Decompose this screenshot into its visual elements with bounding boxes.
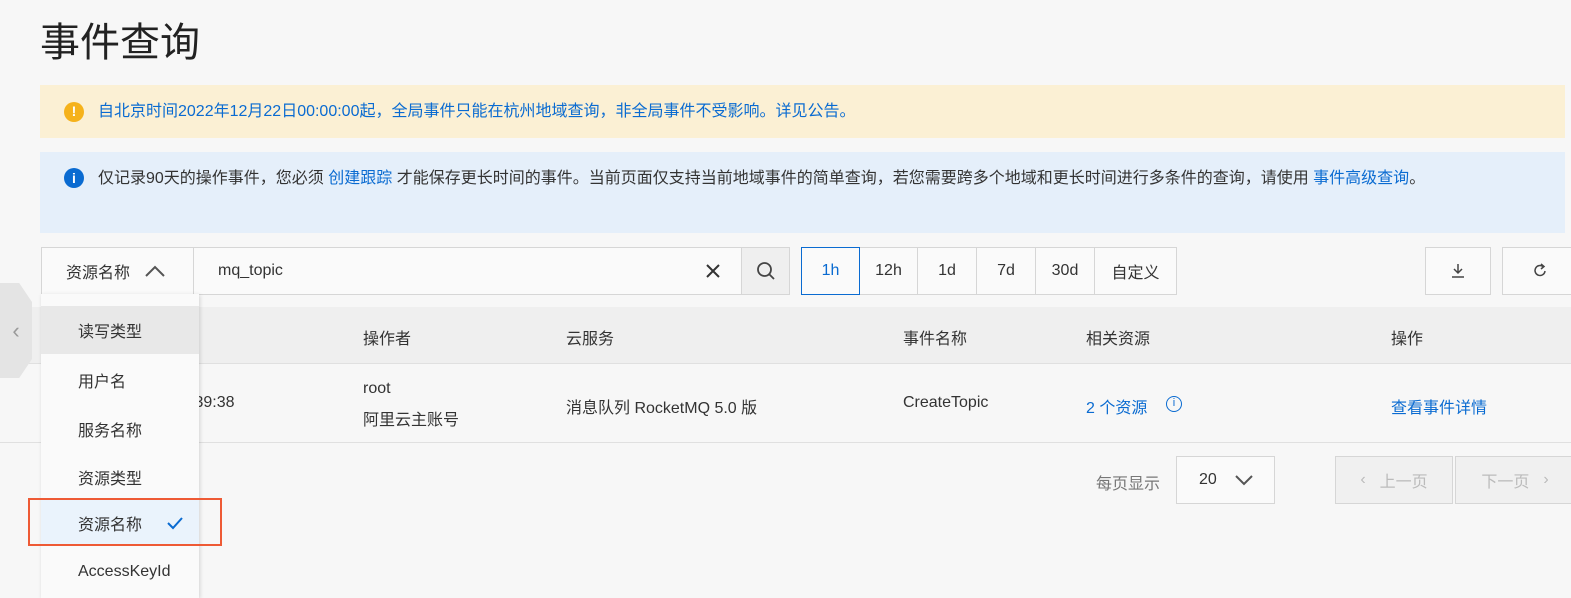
view-event-details-link[interactable]: 查看事件详情 — [1391, 394, 1487, 418]
item-label: 读写类型 — [78, 324, 143, 341]
info-text: 仅记录90天的操作事件，您必须 — [98, 170, 329, 187]
dropdown-item-service-name[interactable]: 服务名称 — [41, 405, 199, 453]
refresh-icon — [1533, 263, 1546, 277]
search-icon — [756, 262, 775, 280]
page-size-select[interactable]: 20 — [1176, 456, 1275, 504]
clear-icon[interactable] — [705, 263, 721, 279]
create-trail-link[interactable]: 创建跟踪 — [328, 170, 392, 187]
refresh-button[interactable] — [1502, 247, 1571, 295]
chevron-right-icon: › — [1543, 471, 1549, 488]
time-range-3[interactable]: 7d — [976, 247, 1036, 295]
service-name: 消息队列 RocketMQ 5.0 版 — [566, 400, 758, 417]
time-range-1[interactable]: 12h — [859, 247, 918, 295]
dropdown-item-read-write-type[interactable]: 读写类型 — [41, 306, 199, 354]
header-service: 云服务 — [566, 331, 615, 348]
next-label: 下一页 — [1481, 474, 1530, 491]
download-button[interactable] — [1425, 247, 1491, 295]
sidebar-collapse-tab[interactable]: ‹ — [0, 283, 32, 378]
page-title: 事件查询 — [40, 21, 200, 65]
operator-type: 阿里云主账号 — [363, 412, 460, 429]
time-range-4[interactable]: 30d — [1035, 247, 1095, 295]
dropdown-item-username[interactable]: 用户名 — [41, 354, 199, 405]
item-label: 服务名称 — [78, 423, 143, 440]
table-header: 操作者 云服务 事件名称 相关资源 操作 — [0, 307, 1571, 364]
event-name: CreateTopic — [903, 394, 989, 411]
chevron-left-icon: ‹ — [12, 317, 20, 343]
search-value: mq_topic — [218, 262, 283, 279]
time-range-2[interactable]: 1d — [917, 247, 977, 295]
header-operator: 操作者 — [363, 331, 412, 348]
item-label: 资源类型 — [78, 470, 143, 488]
time-range-5[interactable]: 自定义 — [1094, 247, 1177, 295]
page-size-label: 每页显示 — [1096, 476, 1161, 493]
operator-name: root — [363, 380, 391, 397]
dropdown-item-accesskeyid[interactable]: AccessKeyId — [41, 545, 199, 598]
warning-text: 自北京时间2022年12月22日00:00:00起，全局事件只能在杭州地域查询，… — [98, 103, 856, 120]
item-label: AccessKeyId — [78, 562, 171, 580]
filter-type-dropdown: 读写类型 用户名 服务名称 资源类型 资源名称 AccessKeyId — [41, 294, 199, 598]
time-range-0[interactable]: 1h — [801, 247, 860, 295]
prev-page-button[interactable]: ‹ 上一页 — [1335, 456, 1453, 504]
download-icon — [1452, 264, 1464, 278]
chevron-left-icon: ‹ — [1360, 471, 1366, 488]
header-actions: 操作 — [1391, 331, 1424, 348]
chevron-up-icon — [145, 265, 165, 277]
page-size-value: 20 — [1199, 471, 1217, 488]
chevron-down-icon — [1235, 475, 1253, 486]
highlight-box — [28, 498, 222, 546]
prev-label: 上一页 — [1379, 474, 1428, 491]
header-resources: 相关资源 — [1086, 331, 1151, 348]
info-text: 。 — [1409, 170, 1426, 187]
info-text: 才能保存更长时间的事件。当前页面仅支持当前地域事件的简单查询，若您需要跨多个地域… — [392, 170, 1314, 187]
header-event-name: 事件名称 — [903, 331, 968, 348]
resources-link[interactable]: 2 个资源 — [1086, 394, 1147, 418]
warning-icon: ! — [64, 101, 84, 122]
info-circle-icon[interactable]: i — [1166, 396, 1182, 412]
next-page-button[interactable]: 下一页 › — [1455, 456, 1571, 504]
item-label: 用户名 — [78, 373, 127, 391]
filter-type-select[interactable]: 资源名称 — [41, 247, 194, 295]
info-icon: i — [64, 168, 84, 188]
search-input[interactable]: mq_topic — [193, 247, 742, 295]
advanced-query-link[interactable]: 事件高级查询 — [1313, 170, 1409, 187]
filter-type-label: 资源名称 — [66, 265, 131, 282]
info-banner: i 仅记录90天的操作事件，您必须 创建跟踪 才能保存更长时间的事件。当前页面仅… — [40, 152, 1565, 233]
table-row: :39:38 root 阿里云主账号 消息队列 RocketMQ 5.0 版 C… — [0, 364, 1571, 443]
warning-banner: ! 自北京时间2022年12月22日00:00:00起，全局事件只能在杭州地域查… — [40, 85, 1565, 138]
dropdown-item-resource-type[interactable]: 资源类型 — [41, 453, 199, 500]
search-button[interactable] — [741, 247, 790, 295]
